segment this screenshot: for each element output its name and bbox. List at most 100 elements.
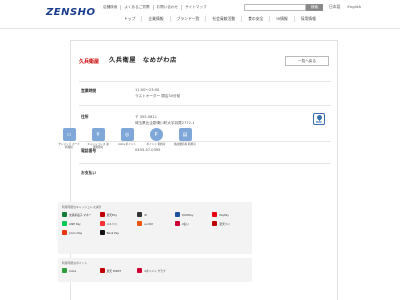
cashless-brand: 楽天Edy [99,212,136,217]
cashless-brand-logo-icon [174,221,180,226]
cashless-brand-logo-icon [174,212,180,217]
cashless-brand-logo-icon [99,221,105,226]
cashless-brand-logo-icon [99,230,105,235]
points-brand: dポイント クラブ [137,268,173,273]
cashless-brand: LINE Pay [62,221,98,226]
util-link-sitemap[interactable]: サイトマップ [182,5,210,10]
cashless-brand: d払い [174,221,211,226]
store-name: 久兵衛屋 なめがわ店 [109,57,177,64]
payment-caption: ポイント 利用可 [146,143,166,146]
payment-methods: ▭ クレジット カード利用可 ¥ キャッシュレス 決済利用可 ◎ CoCa ポイ… [58,128,196,150]
cashless-brand-name: メルペイ [106,221,118,226]
nav-item-top[interactable]: トップ [118,16,143,22]
search-input[interactable] [244,4,306,11]
cashless-title: 利用可能なキャッシュレス決済 [62,205,102,209]
points-brand-name: dポイント クラブ [144,268,166,273]
map-label: MAP [316,121,322,124]
cashless-brand: au PAY [137,221,173,226]
payment-caption: クレジット カード利用可 [58,143,80,150]
hours-row: 営業時間 11:00～23:00 ラストオーダー 閉店30分前 [79,81,331,105]
payment-card-credit: ▭ クレジット カード利用可 [58,128,80,150]
brand-logo: 久兵衛屋 [79,58,100,65]
cashless-brand-logo-icon [212,212,218,217]
cashless-brand-name: 楽天ペイ [219,221,231,226]
cashless-brand-name: J-Coin Pay [69,230,83,235]
points-brand: 楽天 POINT [99,268,136,273]
cashless-brand-grid: 交通系電子 マネー 楽天Edy iD QUICPay PayPay LINE Pay メルペ… [62,212,248,235]
cashless-brand: QUICPay [174,212,211,217]
utility-links: 店舗検索 よくあるご質問 お問い合わせ サイトマップ [100,5,210,10]
map-pin-icon [315,113,324,122]
language-switch: 日本語 English [329,4,361,10]
cashless-box: 利用可能なキャッシュレス決済 交通系電子 マネー 楽天Edy iD QUICPay Pa… [58,202,252,254]
points-brand: CoCa [62,268,98,273]
points-brand-grid: CoCa 楽天 POINT dポイント クラブ [62,268,248,273]
nav-item-food-safety[interactable]: 食の安全 [242,16,271,22]
cashless-brand: メルペイ [99,221,136,226]
nav-item-brands[interactable]: ブランド一覧 [171,16,207,22]
cashless-brand: Bank Pay [99,230,136,235]
cashless-brand-name: au PAY [144,221,154,226]
payment-caption: CoCa ポイント [118,143,136,146]
cashless-brand-name: LINE Pay [69,221,81,226]
lang-en-link[interactable]: English [347,4,361,9]
payment-card-coca: ◎ CoCa ポイント [116,128,138,150]
cashless-brand-name: 楽天Edy [106,212,117,217]
nav-item-company[interactable]: 企業情報 [142,16,171,22]
payment-caption: 株主優待券 利用可 [174,143,196,146]
cashless-brand-name: iD [144,212,148,217]
zensho-logo[interactable]: ZENSHO [46,7,96,18]
cashless-brand: 楽天ペイ [212,221,248,226]
cashless-brand: 交通系電子 マネー [62,212,98,217]
lang-ja-link[interactable]: 日本語 [329,4,340,9]
points-brand-name: CoCa [69,268,77,273]
points-box: 利用可能なポイント CoCa 楽天 POINT dポイント クラブ [58,258,252,282]
cashless-brand-name: d払い [181,221,189,226]
cashless-brand-name: 交通系電子 マネー [69,212,92,217]
util-link-faq[interactable]: よくあるご質問 [121,5,154,10]
nav-item-ir[interactable]: IR情報 [270,16,295,22]
points-brand-logo-icon [137,268,143,273]
payment-card-coupon: ▤ 株主優待券 利用可 [174,128,196,150]
cashless-brand-logo-icon [62,230,67,235]
util-link-store-search[interactable]: 店舗検索 [100,5,122,10]
credit-card-icon: ▭ [62,128,76,141]
payment-card-cashless: ¥ キャッシュレス 決済利用可 [87,128,109,150]
nav-divider [0,28,400,29]
cashless-brand-logo-icon [137,221,143,226]
hours-note: ラストオーダー 閉店30分前 [135,94,181,98]
points-title: 利用可能なポイント [62,261,88,265]
payment-label: お支払い [81,170,97,175]
nav-item-recruit[interactable]: 採用情報 [295,16,322,22]
hours-label: 営業時間 [81,88,97,93]
points-brand-logo-icon [62,268,67,273]
cashless-brand-name: QUICPay [181,212,194,217]
points-brand-name: 楽天 POINT [106,268,122,273]
payment-row: お支払い [79,163,331,175]
address-label: 住所 [81,114,89,119]
nav-item-csr[interactable]: 社会貢献活動 [206,16,243,22]
back-to-list-button[interactable]: 一覧へ戻る [285,56,329,66]
map-icon[interactable]: MAP [313,113,325,125]
cashless-brand-logo-icon [62,212,67,217]
cashless-brand-logo-icon [62,221,67,226]
address-value: 埼玉県比企郡滑川町大字羽尾2772-1 [135,121,195,125]
cashless-brand-logo-icon [212,221,218,226]
cashless-icon: ¥ [91,128,105,141]
coupon-icon: ▤ [178,128,192,141]
search-button[interactable]: 検索 [306,4,323,11]
cashless-brand: iD [137,212,173,217]
coca-icon: ◎ [120,128,134,141]
cashless-brand-name: Bank Pay [106,230,119,235]
payment-caption: キャッシュレス 決済利用可 [87,143,109,150]
payment-card-point: P ポイント 利用可 [145,128,167,150]
cashless-brand-name: PayPay [219,212,229,217]
cashless-brand: J-Coin Pay [62,230,98,235]
util-link-contact[interactable]: お問い合わせ [154,5,183,10]
point-icon: P [149,128,163,141]
cashless-brand-logo-icon [137,212,143,217]
cashless-brand: PayPay [212,212,248,217]
points-brand-logo-icon [99,268,105,273]
main-nav: トップ 企業情報 ブランド一覧 社会貢献活動 食の安全 IR情報 採用情報 [118,16,322,22]
cashless-brand-logo-icon [99,212,105,217]
